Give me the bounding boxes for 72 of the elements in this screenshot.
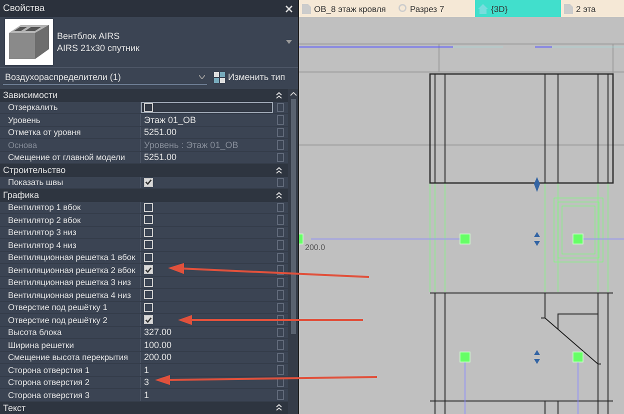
property-label: Высота блока (0, 326, 141, 338)
property-label: Вентиляционная решетка 3 низ (0, 276, 141, 288)
property-value-cell[interactable]: 327.00 (141, 326, 273, 338)
type-name: AIRS 21x30 спутник (57, 43, 140, 53)
checkbox[interactable] (144, 215, 153, 224)
view-tab[interactable]: Разрез 7 (395, 0, 475, 17)
property-label: Смещение высота перекрытия (0, 352, 141, 363)
checkbox[interactable] (144, 265, 153, 274)
checkbox[interactable] (144, 178, 153, 187)
property-label: Сторона отверстия 2 (0, 376, 141, 388)
property-value-cell[interactable]: 5251.00 (141, 152, 273, 163)
category-dropdown[interactable]: Воздухораспределители (1) (3, 70, 207, 84)
chevron-down-icon (199, 74, 205, 78)
property-label: Основа (0, 139, 141, 150)
checkbox[interactable] (144, 302, 153, 312)
section-header: Зависимости (3, 90, 58, 100)
checkbox[interactable] (144, 228, 153, 237)
property-label: Вентилятор 3 низ (0, 226, 141, 238)
family-name: Вентблок AIRS (57, 31, 121, 41)
property-value-cell[interactable]: 1 (141, 364, 273, 376)
dimension-label: 200.0 (305, 243, 326, 252)
chevron-up-icon[interactable] (290, 92, 296, 96)
property-label: Вентилятор 1 вбок (0, 202, 141, 213)
property-label: Уровень (0, 114, 141, 126)
checkbox[interactable] (144, 315, 153, 324)
view-tab[interactable]: {3D} (475, 0, 561, 17)
property-label: Сторона отверстия 1 (0, 364, 141, 376)
property-label: Смещение от главной модели (0, 152, 141, 163)
property-label: Отверстие под решётку 2 (0, 314, 141, 326)
checkbox[interactable] (144, 240, 153, 250)
block-drawing (5, 19, 53, 65)
collapse-icon[interactable] (276, 166, 282, 174)
property-value-cell[interactable]: 3 (141, 376, 273, 388)
scrollbar[interactable] (288, 89, 298, 414)
property-label: Вентилятор 4 низ (0, 239, 141, 250)
property-value-cell[interactable]: Этаж 01_ОВ (141, 114, 273, 126)
collapse-icon[interactable] (276, 92, 282, 99)
property-value-cell[interactable]: 200.00 (141, 352, 273, 363)
checkbox[interactable] (144, 202, 153, 212)
edit-type-button[interactable]: Изменить тип (213, 70, 286, 84)
property-value-cell[interactable] (141, 102, 273, 113)
close-icon[interactable] (285, 4, 293, 12)
property-label: Вентиляционная решетка 1 вбок (0, 252, 141, 263)
checkbox[interactable] (144, 290, 153, 300)
checkbox[interactable] (144, 102, 153, 112)
view-tab[interactable]: 2 эта (561, 0, 599, 17)
document-icon (564, 4, 573, 14)
property-label: Отверстие под решётку 1 (0, 302, 141, 313)
checkbox[interactable] (144, 278, 153, 287)
chevron-down-icon[interactable] (286, 40, 292, 44)
property-label: Вентиляционная решетка 4 низ (0, 289, 141, 300)
house-icon (478, 4, 488, 14)
property-label: Сторона отверстия 3 (0, 389, 141, 400)
collapse-icon[interactable] (276, 192, 282, 199)
property-label: Вентилятор 2 вбок (0, 214, 141, 226)
grid-icon (214, 72, 225, 82)
property-label: Отметка от уровня (0, 126, 141, 138)
property-value-cell[interactable]: 5251.00 (141, 126, 273, 138)
section-header: Графика (3, 190, 39, 200)
marker-icon (398, 4, 407, 14)
collapse-icon[interactable] (276, 404, 282, 412)
section-header: Строительство (3, 165, 66, 176)
property-label: Вентиляционная решетка 2 вбок (0, 264, 141, 276)
property-value-cell[interactable]: 100.00 (141, 339, 273, 350)
view-tab[interactable]: ОВ_8 этаж кровля (299, 0, 395, 17)
panel-title: Свойства (3, 3, 45, 14)
checkbox[interactable] (144, 252, 153, 262)
property-label: Ширина решетки (0, 339, 141, 350)
document-icon (302, 4, 311, 14)
section-header: Текст (3, 402, 26, 413)
property-label: Показать швы (0, 176, 141, 188)
property-value-cell[interactable]: 1 (141, 389, 273, 400)
